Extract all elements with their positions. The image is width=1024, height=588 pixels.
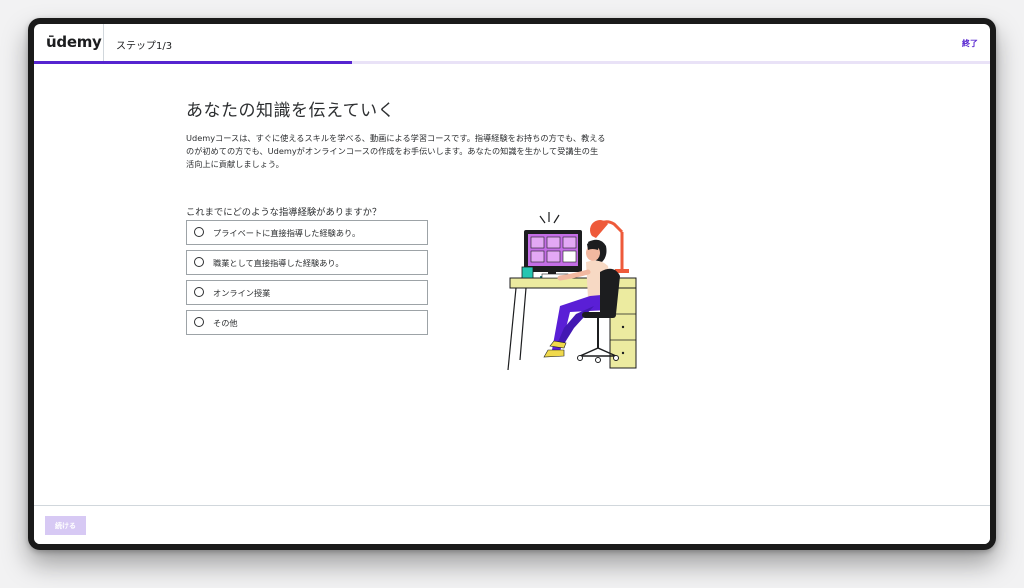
page-title: あなたの知識を伝えていく xyxy=(186,101,396,121)
option-label: その他 xyxy=(213,318,238,328)
progress-fill xyxy=(34,61,353,64)
question-label: これまでにどのような指導経験がありますか？ xyxy=(186,207,382,218)
option-private-teaching[interactable]: プライベートに直接指導した経験あり。 xyxy=(186,220,428,245)
app-window: ūdemy ステップ1/3 終了 あなたの知識を伝えていく Udemyコースは、… xyxy=(28,18,996,550)
radio-button[interactable] xyxy=(194,227,204,237)
option-label: 職業として直接指導した経験あり。 xyxy=(213,258,344,268)
option-label: プライベートに直接指導した経験あり。 xyxy=(213,228,361,238)
screen: ūdemy ステップ1/3 終了 あなたの知識を伝えていく Udemyコースは、… xyxy=(34,24,990,544)
footer: 続ける xyxy=(34,505,990,544)
radio-button[interactable] xyxy=(194,257,204,267)
header-divider xyxy=(103,24,104,62)
udemy-logo[interactable]: ūdemy xyxy=(46,33,102,51)
radio-button[interactable] xyxy=(194,287,204,297)
option-other[interactable]: その他 xyxy=(186,310,428,335)
option-professional-teaching[interactable]: 職業として直接指導した経験あり。 xyxy=(186,250,428,275)
exit-link[interactable]: 終了 xyxy=(962,38,978,49)
header: ūdemy ステップ1/3 終了 xyxy=(34,24,990,64)
main-content: あなたの知識を伝えていく Udemyコースは、すぐに使えるスキルを学べる、動画に… xyxy=(186,96,606,335)
option-label: オンライン授業 xyxy=(213,288,271,298)
step-indicator: ステップ1/3 xyxy=(116,41,173,52)
continue-button[interactable]: 続ける xyxy=(45,516,86,535)
options-list: プライベートに直接指導した経験あり。 職業として直接指導した経験あり。 オンライ… xyxy=(186,220,428,340)
progress-bar xyxy=(34,61,990,64)
teacher-at-computer-illustration xyxy=(507,212,637,371)
page-description: Udemyコースは、すぐに使えるスキルを学べる、動画による学習コースです。指導経… xyxy=(186,133,606,169)
option-online-class[interactable]: オンライン授業 xyxy=(186,280,428,305)
radio-button[interactable] xyxy=(194,317,204,327)
